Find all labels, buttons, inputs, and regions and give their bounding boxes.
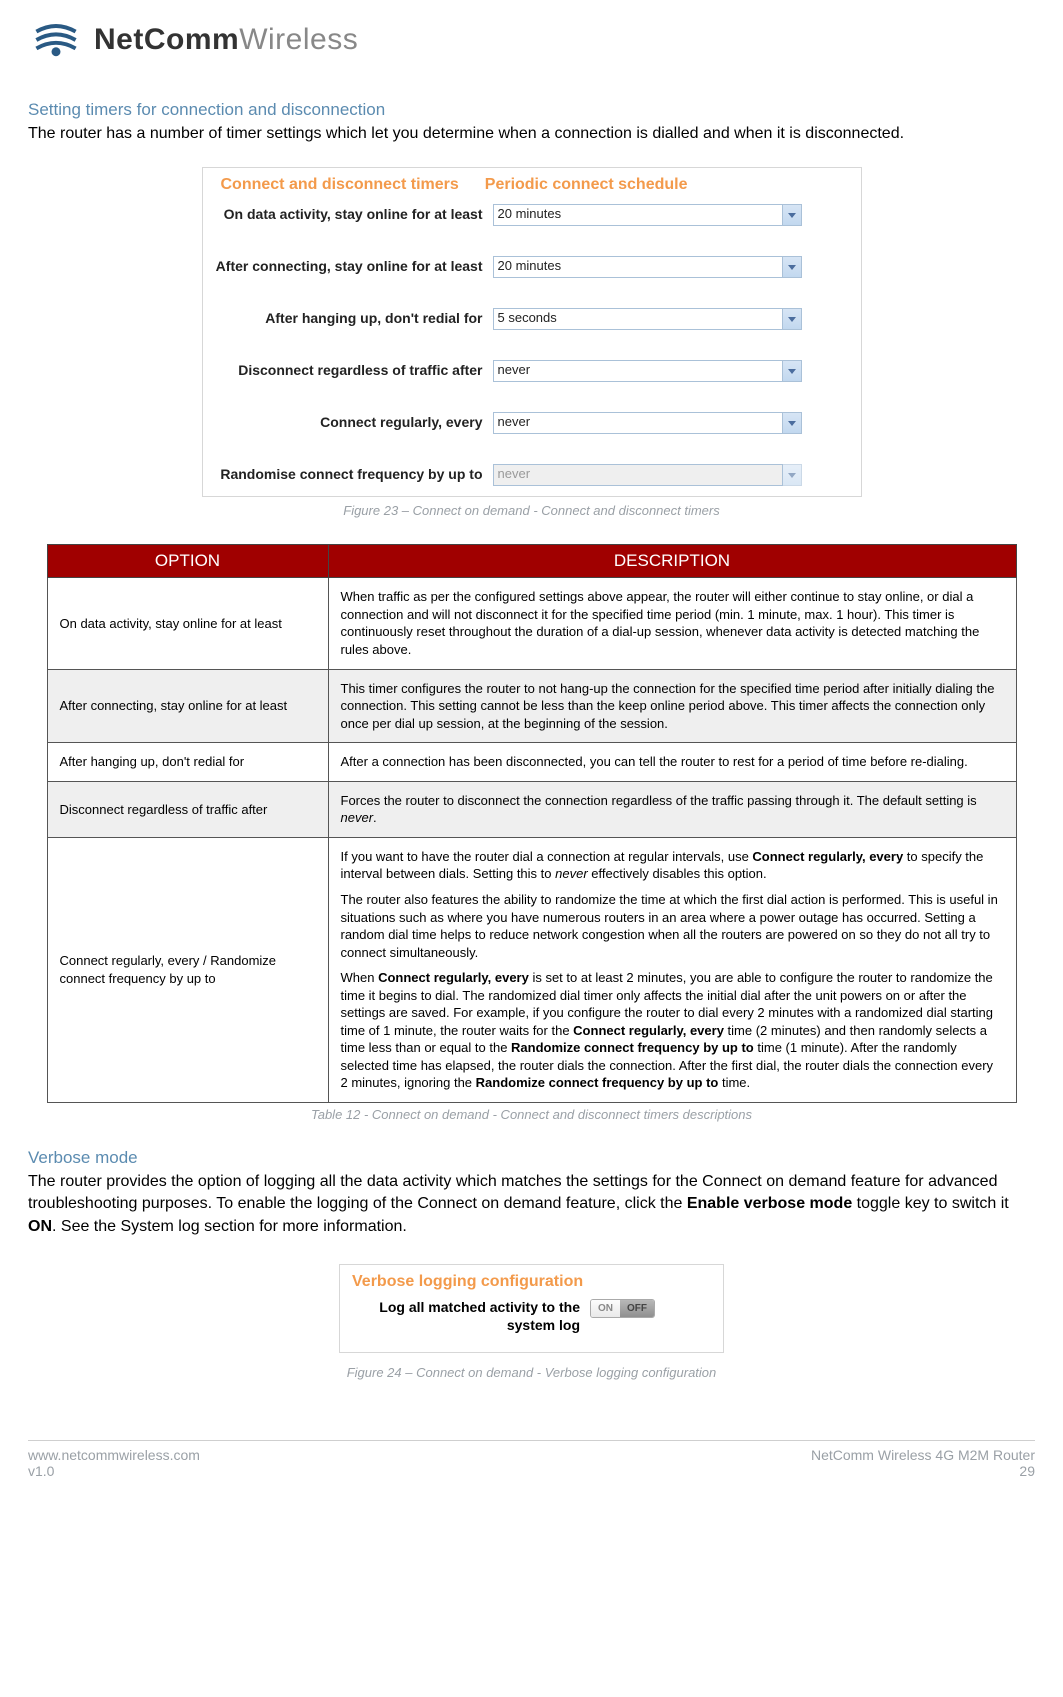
table-row: After a connection has been disconnected… — [328, 743, 1016, 782]
heading-verbose: Verbose mode — [28, 1148, 1035, 1168]
col-option: OPTION — [47, 545, 328, 578]
toggle-on[interactable]: ON — [591, 1300, 620, 1317]
label-connect-regularly: Connect regularly, every — [215, 412, 493, 432]
heading-timers: Setting timers for connection and discon… — [28, 100, 1035, 120]
select-after-connecting[interactable]: 20 minutes — [493, 256, 783, 278]
body-verbose: The router provides the option of loggin… — [28, 1171, 1035, 1238]
table-row: After connecting, stay online for at lea… — [47, 669, 328, 743]
tab-periodic-schedule[interactable]: Periodic connect schedule — [485, 176, 688, 194]
verbose-config-panel: Verbose logging configuration Log all ma… — [339, 1264, 724, 1353]
chevron-down-icon[interactable] — [783, 308, 802, 330]
footer-url: www.netcommwireless.com — [28, 1447, 200, 1463]
timers-description-table: OPTION DESCRIPTION On data activity, sta… — [47, 544, 1017, 1103]
brand-logo: NetCommWireless — [28, 20, 1035, 60]
select-data-activity[interactable]: 20 minutes — [493, 204, 783, 226]
page-footer: www.netcommwireless.com v1.0 NetComm Wir… — [28, 1447, 1035, 1479]
table-row: When traffic as per the configured setti… — [328, 578, 1016, 669]
chevron-down-icon[interactable] — [783, 204, 802, 226]
chevron-down-icon[interactable] — [783, 256, 802, 278]
label-disconnect-regardless: Disconnect regardless of traffic after — [215, 360, 493, 380]
table-12-caption: Table 12 - Connect on demand - Connect a… — [47, 1107, 1017, 1122]
body-timers: The router has a number of timer setting… — [28, 123, 1035, 145]
label-randomise-freq: Randomise connect frequency by up to — [215, 464, 493, 484]
figure-24-caption: Figure 24 – Connect on demand - Verbose … — [28, 1365, 1035, 1380]
chevron-down-icon — [783, 464, 802, 486]
footer-page: 29 — [811, 1463, 1035, 1479]
footer-rule — [28, 1440, 1035, 1441]
netcomm-logo-icon — [28, 20, 84, 60]
figure-23-caption: Figure 23 – Connect on demand - Connect … — [28, 503, 1035, 518]
col-description: DESCRIPTION — [328, 545, 1016, 578]
footer-version: v1.0 — [28, 1463, 200, 1479]
verbose-title: Verbose logging configuration — [352, 1273, 711, 1291]
table-row: Connect regularly, every / Randomize con… — [47, 837, 328, 1102]
label-after-hangup: After hanging up, don't redial for — [215, 308, 493, 328]
table-row: Disconnect regardless of traffic after — [47, 781, 328, 837]
label-after-connecting: After connecting, stay online for at lea… — [215, 256, 493, 276]
tab-connect-disconnect[interactable]: Connect and disconnect timers — [221, 176, 459, 194]
select-disconnect-regardless[interactable]: never — [493, 360, 783, 382]
table-row: After hanging up, don't redial for — [47, 743, 328, 782]
verbose-toggle[interactable]: ON OFF — [590, 1299, 655, 1318]
timers-config-panel: Connect and disconnect timers Periodic c… — [202, 167, 862, 497]
toggle-off[interactable]: OFF — [620, 1300, 654, 1317]
brand-text: NetCommWireless — [94, 23, 358, 57]
select-connect-regularly[interactable]: never — [493, 412, 783, 434]
select-randomise-freq: never — [493, 464, 783, 486]
chevron-down-icon[interactable] — [783, 412, 802, 434]
table-row: On data activity, stay online for at lea… — [47, 578, 328, 669]
chevron-down-icon[interactable] — [783, 360, 802, 382]
table-row: If you want to have the router dial a co… — [328, 837, 1016, 1102]
label-data-activity: On data activity, stay online for at lea… — [215, 204, 493, 224]
verbose-label: Log all matched activity to the system l… — [352, 1299, 590, 1334]
table-row: This timer configures the router to not … — [328, 669, 1016, 743]
table-row: Forces the router to disconnect the conn… — [328, 781, 1016, 837]
footer-product: NetComm Wireless 4G M2M Router — [811, 1447, 1035, 1463]
select-after-hangup[interactable]: 5 seconds — [493, 308, 783, 330]
